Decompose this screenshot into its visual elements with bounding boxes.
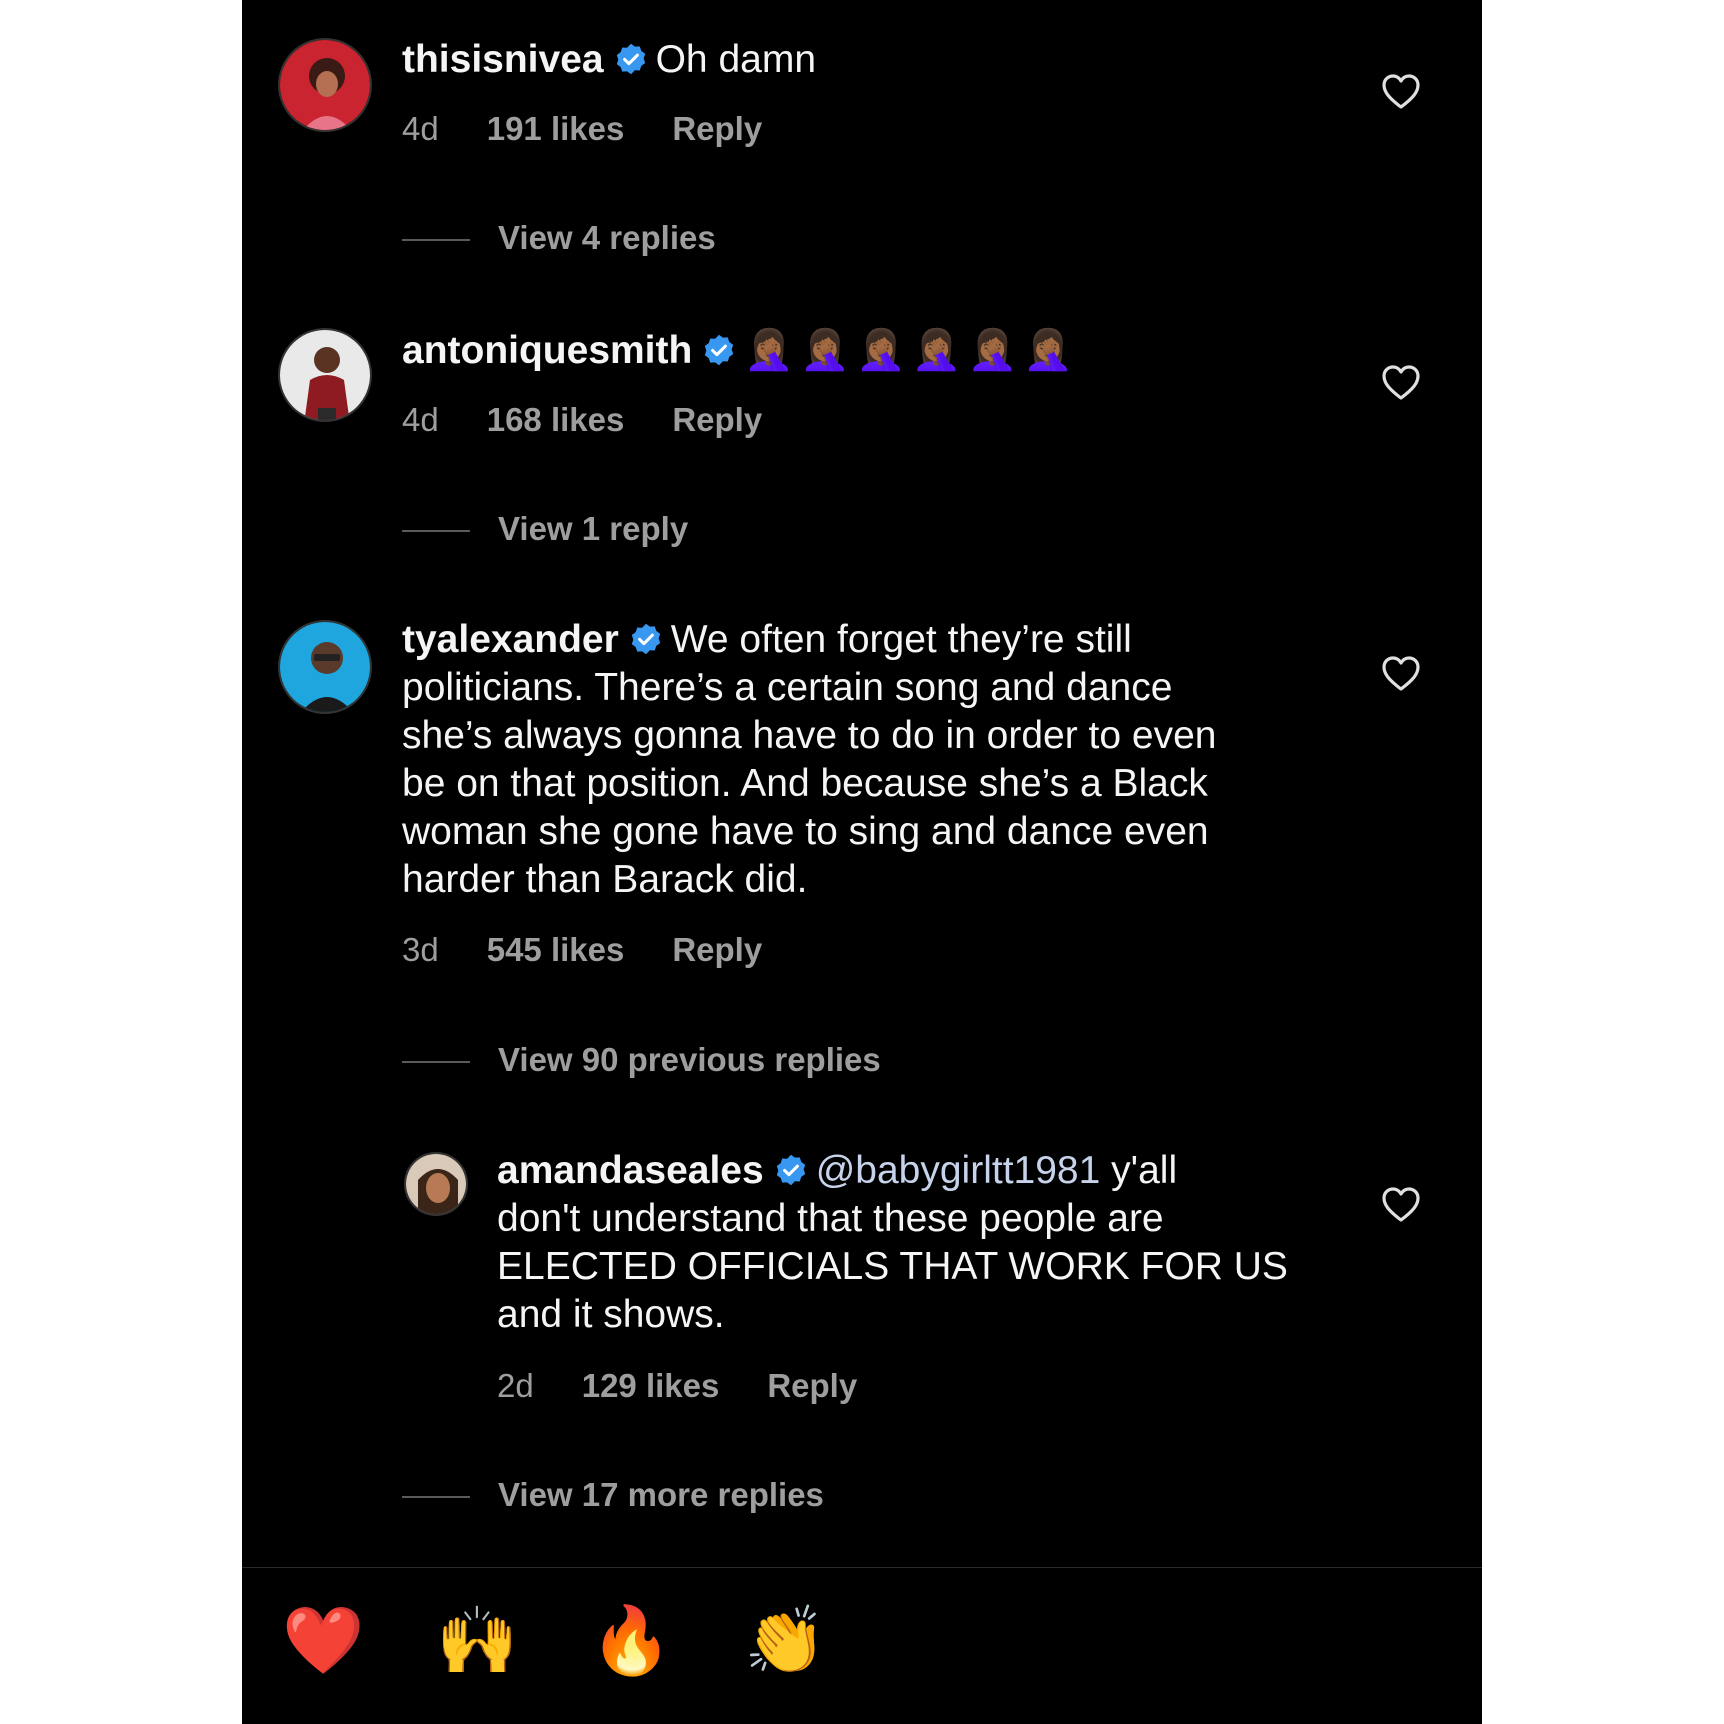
heart-outline-icon[interactable]	[1381, 364, 1421, 402]
reaction-raising-hands[interactable]: 🙌	[436, 1600, 518, 1680]
avatar[interactable]	[278, 328, 372, 422]
reaction-heart-eyes[interactable]: 😍	[1052, 1600, 1132, 1680]
likes-count[interactable]: 545 likes	[487, 930, 625, 970]
heart-outline-icon[interactable]	[1381, 73, 1421, 111]
reply-button[interactable]: Reply	[672, 930, 762, 970]
verified-badge-icon	[616, 43, 645, 75]
reaction-surprised[interactable]: 😮	[1206, 1600, 1286, 1680]
comment-meta: 4d 168 likes Reply	[402, 400, 762, 440]
heart-outline-icon[interactable]	[1381, 655, 1421, 693]
comment-time: 4d	[402, 110, 439, 147]
reaction-crying[interactable]: 😢	[898, 1600, 978, 1680]
comment-text: Oh damn	[655, 38, 817, 81]
reaction-fire[interactable]: 🔥	[590, 1600, 672, 1680]
avatar[interactable]	[278, 620, 372, 714]
likes-count[interactable]: 191 likes	[487, 109, 625, 149]
comment-line: be on that position. And because she’s a…	[402, 762, 1208, 805]
reply-button[interactable]: Reply	[672, 109, 762, 149]
reply-button[interactable]: Reply	[672, 400, 762, 440]
comment-body: thisisnivea Oh damn	[402, 36, 1302, 84]
divider-line	[402, 1496, 470, 1499]
reaction-clapping[interactable]: 👏	[744, 1600, 826, 1680]
comment-line: harder than Barack did.	[402, 858, 808, 901]
comment-body: antoniquesmith 🤦🏾‍♀️🤦🏾‍♀️🤦🏾‍♀️🤦🏾‍♀️🤦🏾‍♀️🤦…	[402, 326, 1302, 375]
comment-line: woman she gone have to sing and dance ev…	[402, 810, 1209, 853]
comment-body: tyalexander We often forget they’re still…	[402, 616, 1342, 904]
comment-time: 2d	[497, 1367, 534, 1404]
reaction-heart[interactable]: ❤️	[282, 1600, 364, 1680]
comment-meta: 4d 191 likes Reply	[402, 109, 762, 149]
reply-button[interactable]: Reply	[767, 1366, 857, 1406]
comment-time: 3d	[402, 931, 439, 968]
verified-badge-icon	[776, 1154, 805, 1186]
view-replies-label: View 90 previous replies	[498, 1041, 881, 1078]
comment-line: she’s always gonna have to do in order t…	[402, 714, 1217, 757]
comment-line: and it shows.	[497, 1293, 725, 1336]
reply-meta: 2d 129 likes Reply	[497, 1366, 857, 1406]
likes-count[interactable]: 168 likes	[487, 400, 625, 440]
username[interactable]: antoniquesmith	[402, 329, 692, 372]
username[interactable]: tyalexander	[402, 618, 619, 661]
comment-line: don't understand that these people are	[497, 1197, 1164, 1240]
reaction-laughing[interactable]: 😂	[1360, 1600, 1440, 1680]
divider-line	[402, 239, 470, 242]
comment-line: ELECTED OFFICIALS THAT WORK FOR US	[497, 1245, 1288, 1288]
avatar[interactable]	[278, 38, 372, 132]
comment-line: politicians. There’s a certain song and …	[402, 666, 1173, 709]
verified-badge-icon	[705, 334, 734, 366]
comment-time: 4d	[402, 401, 439, 438]
divider-line	[402, 1061, 470, 1064]
heart-outline-icon[interactable]	[1381, 1186, 1421, 1224]
reply-body: amandaseales @babygirltt1981 y'all don't …	[497, 1147, 1377, 1339]
verified-badge-icon	[631, 623, 660, 655]
reactions-divider	[242, 1567, 1482, 1568]
comment-text: y'all	[1111, 1149, 1178, 1192]
likes-count[interactable]: 129 likes	[582, 1366, 720, 1406]
mention-link[interactable]: @babygirltt1981	[816, 1149, 1101, 1192]
comment-line: tyalexander We often forget they’re still	[402, 616, 1342, 664]
view-more-replies-button[interactable]: View 17 more replies	[402, 1475, 824, 1515]
view-replies-label: View 17 more replies	[498, 1476, 824, 1513]
comment-text: 🤦🏾‍♀️🤦🏾‍♀️🤦🏾‍♀️🤦🏾‍♀️🤦🏾‍♀️🤦🏾‍♀️	[744, 328, 1080, 372]
divider-line	[402, 530, 470, 533]
view-replies-button[interactable]: View 4 replies	[402, 218, 716, 258]
comments-panel: thisisnivea Oh damn 4d 191 likes Reply View…	[242, 0, 1482, 1724]
comment-line: amandaseales @babygirltt1981 y'all	[497, 1147, 1377, 1195]
view-replies-button[interactable]: View 1 reply	[402, 509, 688, 549]
avatar[interactable]	[404, 1152, 468, 1216]
view-replies-label: View 4 replies	[498, 219, 716, 256]
username[interactable]: amandaseales	[497, 1149, 764, 1192]
comment-text: We often forget they’re still	[670, 618, 1132, 661]
reaction-bar: ❤️ 🙌 🔥 👏 😢 😍 😮 😂	[242, 1600, 1482, 1700]
comment-meta: 3d 545 likes Reply	[402, 930, 762, 970]
view-replies-button[interactable]: View 90 previous replies	[402, 1040, 881, 1080]
username[interactable]: thisisnivea	[402, 38, 604, 81]
view-replies-label: View 1 reply	[498, 510, 689, 547]
